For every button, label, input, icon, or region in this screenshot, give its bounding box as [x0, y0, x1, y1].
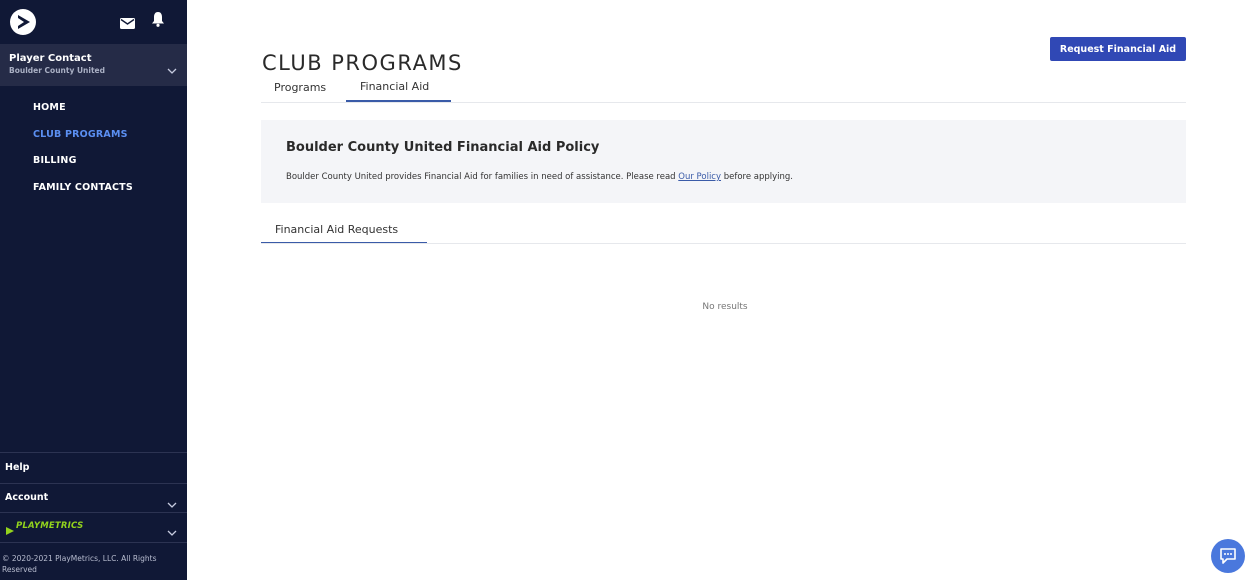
sidebar-divider: [0, 483, 187, 484]
nav-item-family-contacts[interactable]: FAMILY CONTACTS: [33, 182, 133, 193]
playmetrics-bolt-icon: [5, 521, 15, 540]
chevron-down-icon: [167, 60, 177, 79]
profile-club: Boulder County United: [9, 66, 106, 75]
account-menu[interactable]: Account: [5, 492, 48, 503]
profile-switcher[interactable]: Player Contact Boulder County United: [0, 44, 187, 86]
nav-item-club-programs[interactable]: CLUB PROGRAMS: [33, 129, 128, 140]
tab-financial-aid-requests[interactable]: Financial Aid Requests: [275, 223, 398, 236]
tab-financial-aid[interactable]: Financial Aid: [360, 80, 429, 93]
playmetrics-brand-label: PLAYMETRICS: [16, 521, 84, 531]
envelope-icon[interactable]: [120, 14, 135, 33]
chevron-down-icon[interactable]: [167, 522, 177, 541]
our-policy-link[interactable]: Our Policy: [678, 172, 721, 182]
profile-name: Player Contact: [9, 53, 92, 64]
sidebar: Player Contact Boulder County United HOM…: [0, 0, 187, 580]
help-link[interactable]: Help: [5, 462, 29, 473]
financial-aid-policy-card: Boulder County United Financial Aid Poli…: [261, 120, 1186, 203]
nav-item-home[interactable]: HOME: [33, 102, 66, 113]
sidebar-divider: [0, 512, 187, 513]
sidebar-topbar: [0, 0, 187, 44]
tab-programs[interactable]: Programs: [274, 81, 326, 94]
empty-state-text: No results: [702, 302, 748, 312]
chevron-down-icon[interactable]: [167, 494, 177, 513]
request-financial-aid-button[interactable]: Request Financial Aid: [1050, 37, 1186, 61]
copyright-text: © 2020-2021 PlayMetrics, LLC. All Rights…: [2, 554, 157, 574]
nav-item-billing[interactable]: BILLING: [33, 155, 77, 166]
policy-title: Boulder County United Financial Aid Poli…: [286, 140, 600, 155]
tabs-divider: [261, 102, 1186, 103]
policy-text-before: Boulder County United provides Financial…: [286, 172, 679, 182]
chat-button[interactable]: [1211, 539, 1245, 573]
policy-text: Boulder County United provides Financial…: [286, 172, 793, 182]
sidebar-divider: [0, 542, 187, 543]
page-title: CLUB PROGRAMS: [262, 51, 463, 76]
policy-text-after: before applying.: [721, 172, 794, 182]
sidebar-divider: [0, 452, 187, 453]
playmetrics-logo-icon[interactable]: [10, 9, 36, 35]
requests-divider: [261, 243, 1186, 244]
bell-icon[interactable]: [151, 11, 165, 31]
